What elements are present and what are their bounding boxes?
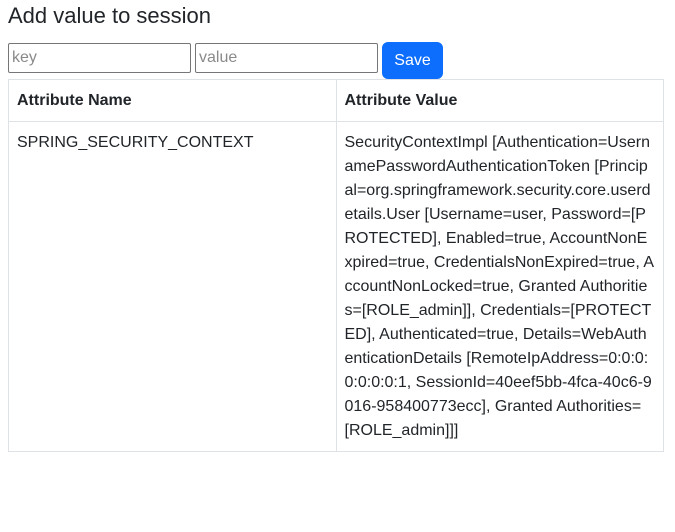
attribute-value-header: Attribute Value (335, 79, 664, 122)
attribute-value-cell: SecurityContextImpl [Authentication=User… (335, 121, 664, 452)
value-input[interactable] (195, 43, 378, 73)
session-attributes-table: Attribute Name Attribute Value SPRING_SE… (8, 79, 664, 452)
save-button[interactable]: Save (382, 42, 443, 79)
page-title: Add value to session (8, 3, 212, 28)
attribute-name-header: Attribute Name (8, 79, 337, 122)
attribute-name-cell: SPRING_SECURITY_CONTEXT (8, 121, 337, 452)
table-row: SPRING_SECURITY_CONTEXT SecurityContextI… (8, 121, 664, 452)
table-header-row: Attribute Name Attribute Value (8, 79, 664, 122)
key-input[interactable] (8, 43, 191, 73)
